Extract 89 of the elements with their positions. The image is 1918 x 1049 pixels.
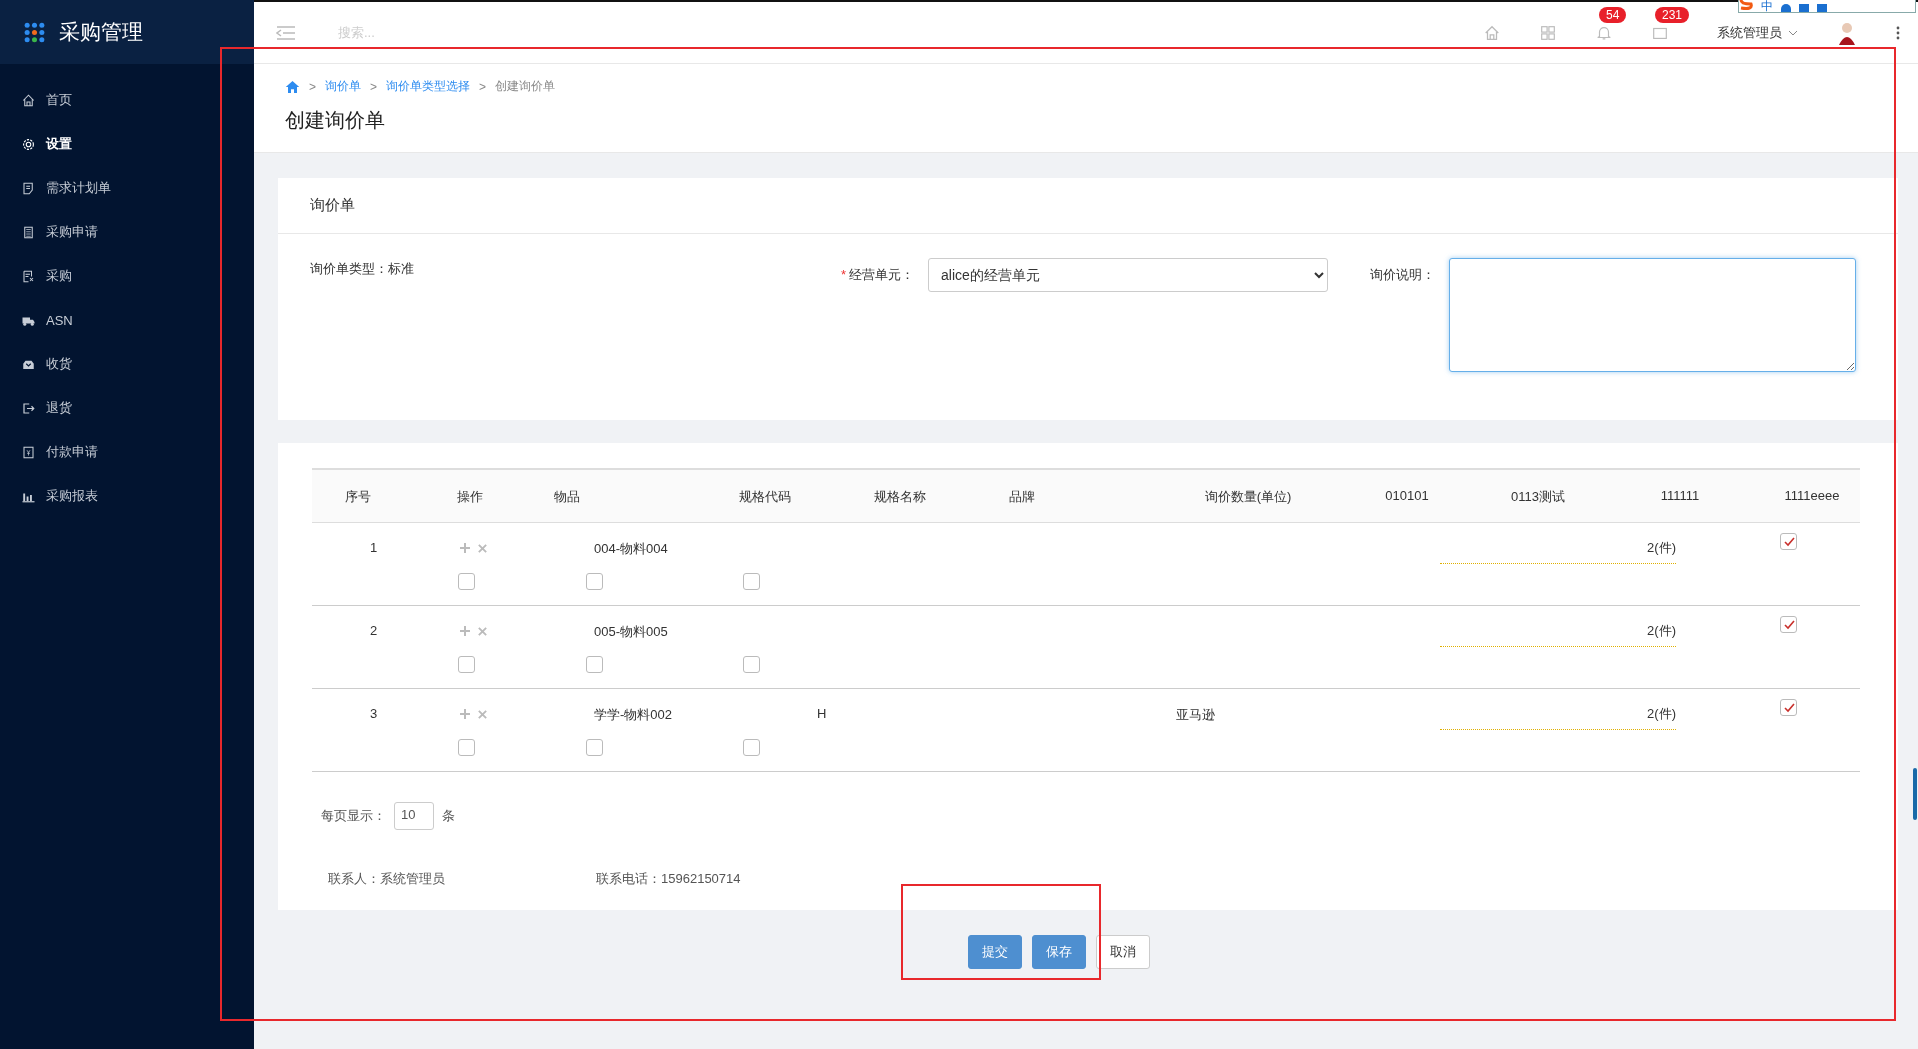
home-icon[interactable] — [285, 79, 300, 94]
user-menu[interactable]: 系统管理员 — [1717, 23, 1798, 42]
checkbox[interactable] — [1780, 533, 1797, 550]
add-icon[interactable] — [459, 708, 471, 720]
sidebar-item[interactable]: 采购申请 — [0, 210, 254, 254]
table-cell: 亚马逊 — [1176, 706, 1215, 724]
quantity-field[interactable]: 2(件) — [1440, 535, 1676, 564]
sheet-icon — [21, 224, 36, 240]
checkbox[interactable] — [586, 656, 603, 673]
column-header: 品牌 — [1009, 488, 1035, 506]
breadcrumb-link[interactable]: 询价单类型选择 — [386, 78, 471, 95]
type-text: 询价单类型：标准 — [310, 261, 414, 276]
card-title: 询价单 — [310, 196, 355, 215]
table-cell: H — [817, 706, 827, 721]
table-cell: 3 — [370, 706, 378, 721]
column-header: 规格代码 — [739, 488, 791, 506]
table-cell: 2 — [370, 623, 378, 638]
sidebar-item[interactable]: 采购 — [0, 254, 254, 298]
table-cell: 005-物料005 — [594, 623, 668, 641]
document-icon — [21, 180, 36, 196]
menu-icon[interactable] — [276, 24, 296, 41]
column-header: 询价数量(单位) — [1204, 488, 1292, 506]
settings-icon — [21, 136, 36, 152]
checkbox[interactable] — [586, 739, 603, 756]
page-title: 创建询价单 — [285, 108, 386, 133]
sidebar-item[interactable]: 需求计划单 — [0, 166, 254, 210]
app-title: 采购管理 — [59, 19, 143, 45]
phone-text: 联系电话：15962150714 — [596, 870, 741, 888]
table-cell: 004-物料004 — [594, 540, 668, 558]
checkbox[interactable] — [458, 739, 475, 756]
grid-icon[interactable] — [1539, 23, 1557, 42]
column-header: 操作 — [457, 488, 483, 506]
checkbox[interactable] — [743, 739, 760, 756]
form-icon — [21, 268, 36, 284]
field-label: 询价说明： — [1370, 266, 1435, 284]
home-icon — [21, 92, 36, 108]
sidebar-item[interactable]: ASN — [0, 298, 254, 342]
checkbox[interactable] — [458, 573, 475, 590]
quantity-field[interactable]: 2(件) — [1440, 618, 1676, 647]
table-cell: 学学-物料002 — [594, 706, 673, 724]
page-size-field[interactable]: 10 — [394, 802, 434, 830]
more-icon[interactable] — [1896, 25, 1900, 40]
column-header: 物品 — [554, 488, 580, 506]
sidebar-item[interactable]: 付款申请 — [0, 430, 254, 474]
column-header: 1111eeee — [1784, 488, 1840, 503]
add-icon[interactable] — [459, 625, 471, 637]
breadcrumb-separator: > — [479, 79, 487, 94]
breadcrumb-separator: > — [309, 79, 316, 94]
sidebar-item[interactable]: 采购报表 — [0, 474, 254, 518]
breadcrumb-current: 创建询价单 — [495, 78, 556, 95]
sidebar-item[interactable]: 首页 — [0, 78, 254, 122]
cancel-button[interactable]: 取消 — [1096, 935, 1150, 969]
sidebar-item[interactable]: 设置 — [0, 122, 254, 166]
avatar-icon[interactable] — [1836, 20, 1858, 45]
field-label: 经营单元： — [849, 267, 914, 282]
sidebar-item[interactable]: 退货 — [0, 386, 254, 430]
required-mark: * — [840, 267, 846, 282]
apps-icon[interactable] — [24, 21, 45, 43]
quantity-field[interactable]: 2(件) — [1440, 701, 1676, 730]
close-icon[interactable] — [477, 625, 488, 637]
column-header: 111111 — [1660, 488, 1700, 503]
exit-icon — [21, 400, 36, 416]
breadcrumb-separator: > — [370, 79, 378, 94]
count-badge: 231 — [1655, 6, 1690, 23]
close-icon[interactable] — [477, 542, 488, 554]
checkbox[interactable] — [458, 656, 475, 673]
column-header: 规格名称 — [874, 488, 926, 506]
checkbox[interactable] — [743, 656, 760, 673]
home-icon[interactable] — [1483, 23, 1501, 42]
checkbox[interactable] — [1780, 616, 1797, 633]
table-cell: 1 — [370, 540, 378, 555]
checkbox[interactable] — [586, 573, 603, 590]
close-icon[interactable] — [477, 708, 488, 720]
checkbox[interactable] — [743, 573, 760, 590]
count-badge: 54 — [1599, 6, 1627, 23]
note-field[interactable] — [1449, 258, 1856, 372]
bill-icon — [21, 444, 36, 460]
breadcrumb-link[interactable]: 询价单 — [325, 78, 361, 95]
unit-select[interactable]: alice的经营单元 — [928, 258, 1328, 292]
input-method-bar[interactable]: 中 — [1738, 0, 1916, 13]
unit-label: 条 — [442, 807, 455, 825]
field-label: 每页显示： — [321, 807, 386, 825]
add-icon[interactable] — [459, 542, 471, 554]
sidebar-item[interactable]: 收货 — [0, 342, 254, 386]
contact-text: 联系人：系统管理员 — [328, 870, 446, 888]
column-header: 序号 — [345, 488, 371, 506]
checkbox[interactable] — [1780, 699, 1797, 716]
column-header: 0113测试 — [1511, 488, 1565, 506]
column-header: 010101 — [1385, 488, 1429, 503]
